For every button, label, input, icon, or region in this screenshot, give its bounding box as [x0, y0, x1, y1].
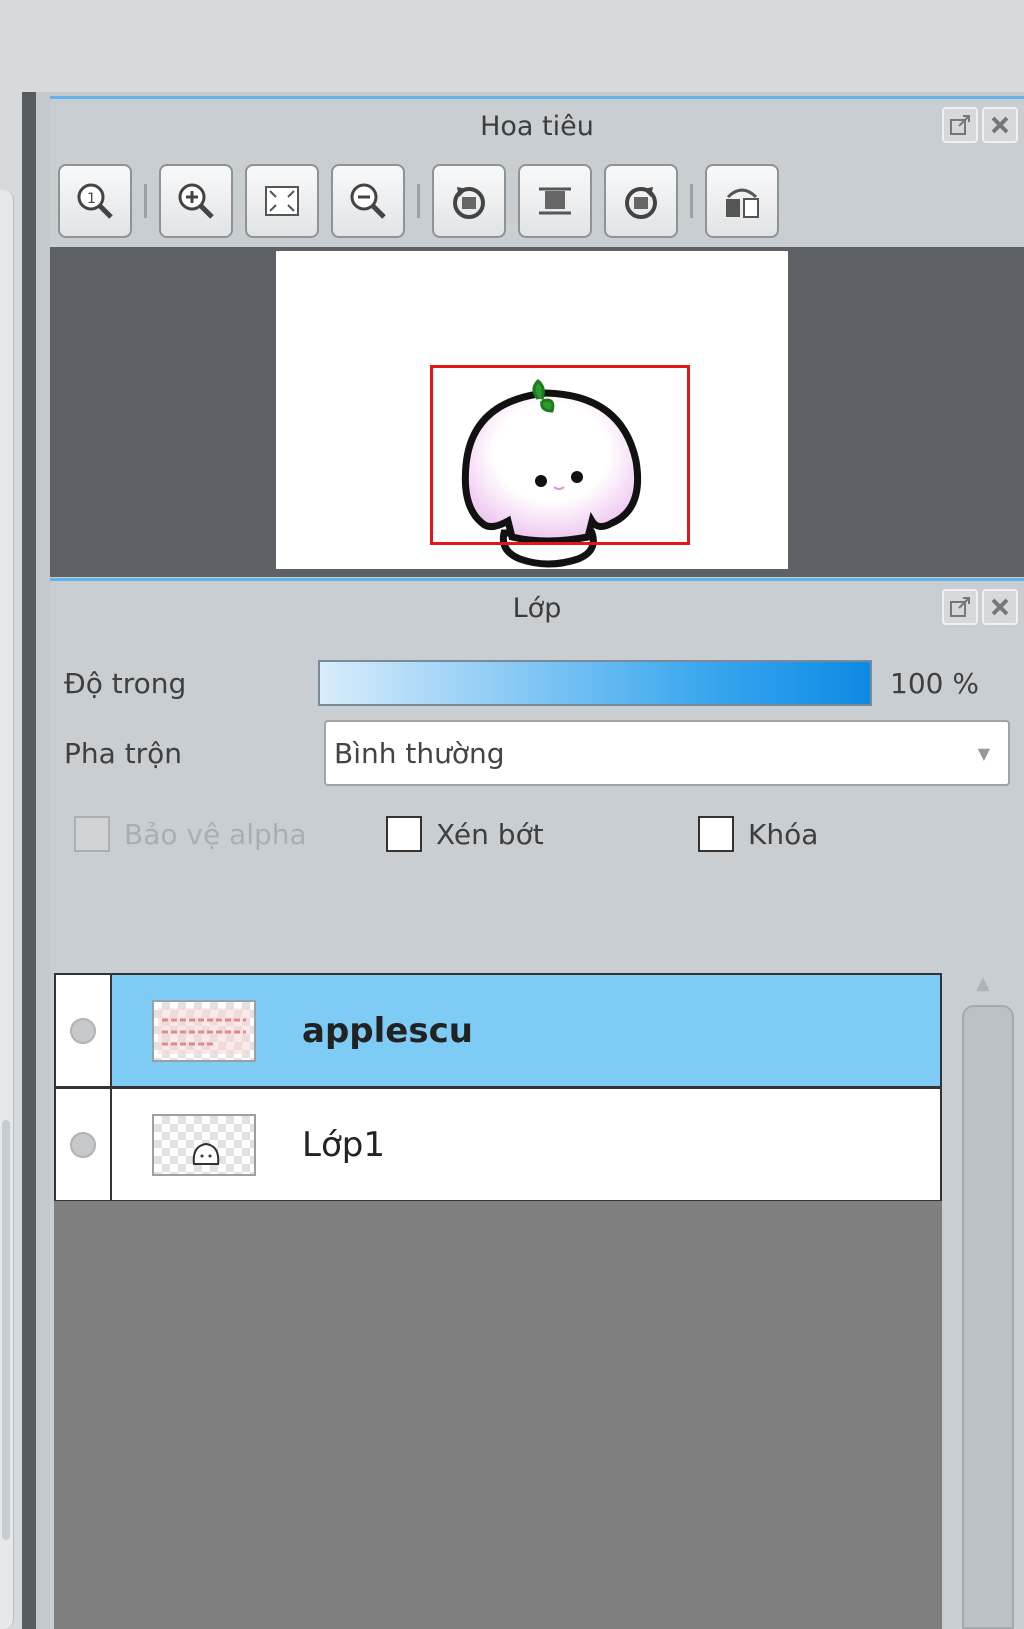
clip-label: Xén bớt — [436, 817, 544, 851]
blend-mode-value: Bình thường — [334, 736, 505, 770]
checkbox-box[interactable] — [74, 816, 110, 852]
layer-name: Lớp1 — [302, 1124, 385, 1165]
layer-name: applescu — [302, 1010, 473, 1051]
protect-alpha-checkbox[interactable]: Bảo vệ alpha — [74, 816, 307, 852]
lock-checkbox[interactable]: Khóa — [698, 816, 818, 852]
navigator-panel: Hoa tiêu 1 — [50, 96, 1024, 604]
navigator-toolbar: 1 — [58, 163, 791, 239]
blend-label: Pha trộn — [64, 736, 183, 770]
chevron-down-icon: ▼ — [977, 744, 990, 763]
svg-text:1: 1 — [87, 191, 96, 207]
opacity-row: Độ trong 100 % — [64, 651, 1010, 715]
zoom-in-icon[interactable] — [159, 164, 233, 238]
close-icon[interactable] — [982, 107, 1018, 143]
protect-alpha-label: Bảo vệ alpha — [124, 817, 307, 851]
fit-window-icon[interactable] — [245, 164, 319, 238]
lock-label: Khóa — [748, 817, 819, 851]
opacity-label: Độ trong — [64, 666, 187, 700]
scroll-up-icon[interactable]: ▲ — [976, 973, 990, 994]
layer-visibility-toggle[interactable] — [56, 975, 112, 1086]
layer-panel: Lớp Độ trong 100 % Pha trộn Bình thường … — [50, 578, 1024, 1629]
opacity-slider[interactable] — [318, 660, 872, 706]
left-panel-edge — [0, 190, 14, 1629]
layer-list[interactable]: applescu Lớp1 — [54, 973, 942, 1629]
checkbox-box[interactable] — [698, 816, 734, 852]
zoom-out-icon[interactable] — [331, 164, 405, 238]
scrollbar-track[interactable] — [962, 1005, 1014, 1629]
layer-row-lop1[interactable]: Lớp1 — [54, 1087, 942, 1201]
close-icon[interactable] — [982, 589, 1018, 625]
right-dock: Hoa tiêu 1 Lớp Độ trong 100 % Pha trộn B… — [22, 92, 1024, 1629]
toolbar-separator — [417, 184, 420, 218]
opacity-value: 100 % — [890, 666, 979, 700]
layer-row-applescu[interactable]: applescu — [54, 973, 942, 1087]
navigator-view-frame[interactable] — [430, 365, 690, 545]
rotate-left-icon[interactable] — [432, 164, 506, 238]
navigator-view[interactable] — [50, 247, 1024, 577]
layer-panel-controls — [942, 589, 1018, 625]
layer-name-cell[interactable]: Lớp1 — [112, 1089, 940, 1200]
checkbox-box[interactable] — [386, 816, 422, 852]
undock-icon[interactable] — [942, 107, 978, 143]
layer-panel-title: Lớp — [512, 593, 562, 624]
toolbar-separator — [144, 184, 147, 218]
toolbar-separator — [690, 184, 693, 218]
blend-mode-select[interactable]: Bình thường ▼ — [324, 720, 1010, 786]
layer-visibility-toggle[interactable] — [56, 1089, 112, 1200]
fit-canvas-icon[interactable] — [518, 164, 592, 238]
layer-name-cell[interactable]: applescu — [112, 975, 940, 1086]
left-scrollbar[interactable] — [2, 1120, 10, 1540]
navigator-controls — [942, 107, 1018, 143]
visibility-dot-icon — [70, 1017, 96, 1044]
flip-icon[interactable] — [705, 164, 779, 238]
blend-row: Pha trộn Bình thường ▼ — [64, 720, 1010, 786]
layer-thumbnail — [152, 1113, 256, 1176]
layer-list-scrollbar[interactable]: ▲ — [962, 973, 1014, 1629]
clip-checkbox[interactable]: Xén bớt — [386, 816, 544, 852]
visibility-dot-icon — [70, 1131, 96, 1158]
zoom-100-icon[interactable]: 1 — [58, 164, 132, 238]
undock-icon[interactable] — [942, 589, 978, 625]
layer-options-row: Bảo vệ alpha Xén bớt Khóa — [74, 809, 1010, 859]
navigator-title: Hoa tiêu — [480, 111, 594, 142]
layer-thumbnail — [152, 999, 256, 1062]
rotate-right-icon[interactable] — [604, 164, 678, 238]
